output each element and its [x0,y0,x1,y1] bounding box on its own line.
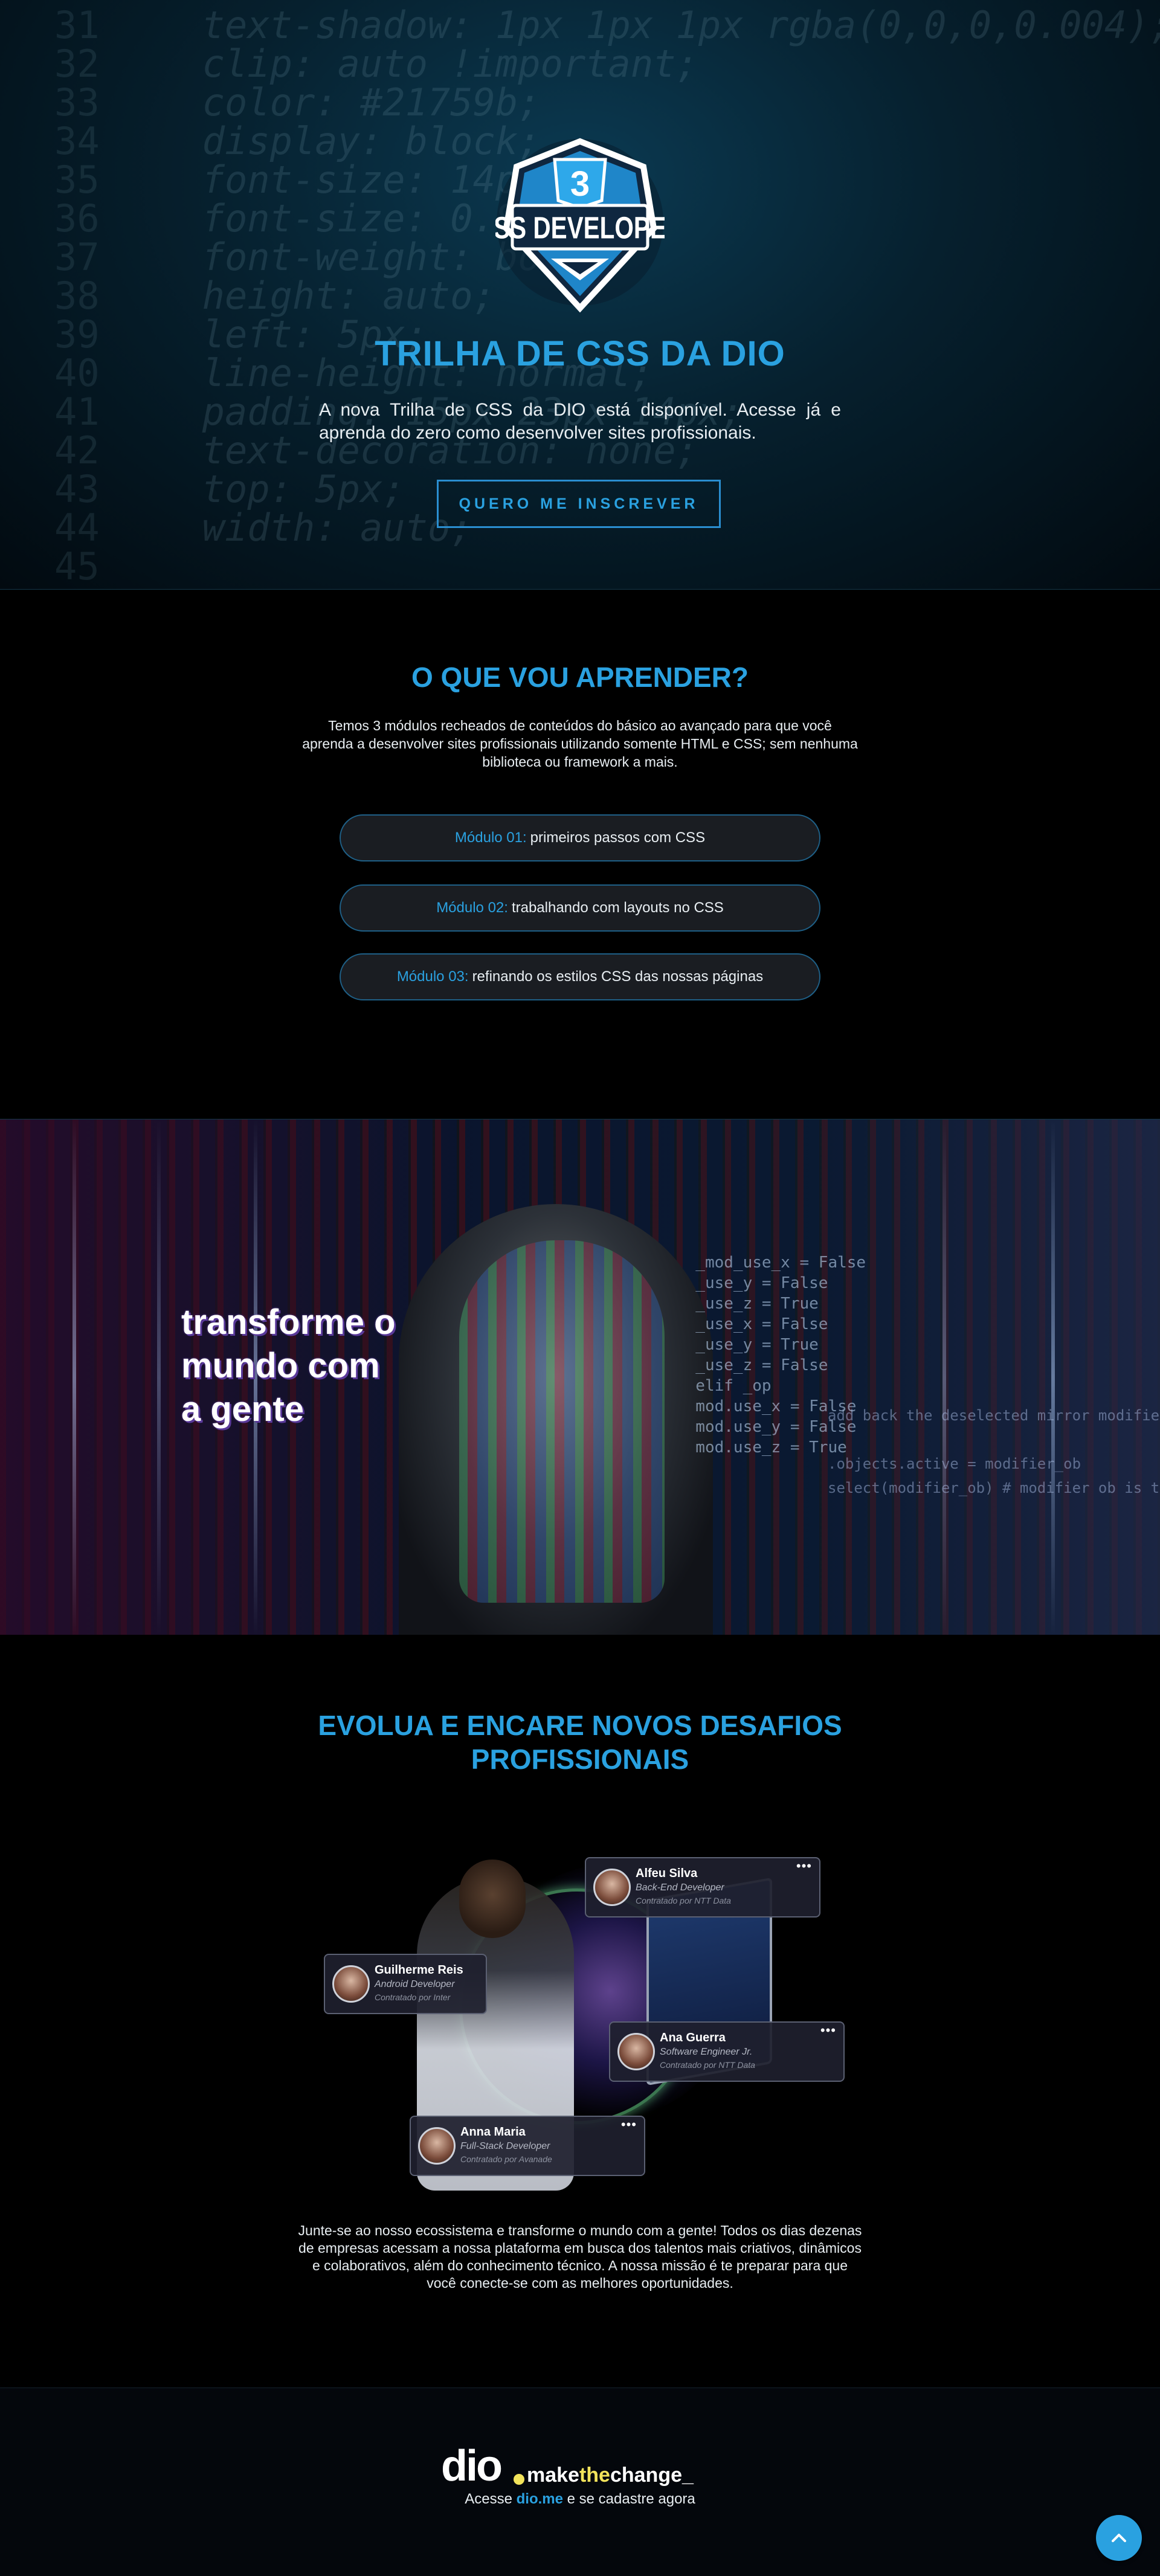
code-line-number: 44 [54,506,100,550]
hero-section: 31 text-shadow: 1px 1px 1px rgba(0,0,0,0… [0,0,1160,590]
code-line-number: 33 [54,80,100,124]
code-line-number: 37 [54,235,100,279]
logo-change: change_ [610,2464,694,2487]
module-01: Módulo 01: primeiros passos com CSS [340,814,820,861]
evolve-section: EVOLUA E ENCARE NOVOS DESAFIOS PROFISSIO… [0,1635,1160,2388]
footer-text-after: e se cadastre agora [562,2491,695,2507]
code-line: 45 [54,547,1160,586]
profile-role: Android Developer [375,1979,455,1989]
banner-code-2: add back the deselected mirror modifier … [828,1407,1160,1496]
svg-text:CSS DEVELOPER: CSS DEVELOPER [495,211,665,245]
profile-company: Contratado por NTT Data [636,1896,731,1905]
profile-company: Contratado por NTT Data [660,2060,755,2070]
module-number: Módulo 01: [454,829,527,846]
code-line-number: 42 [54,428,100,472]
module-label: refinando os estilos CSS das nossas pági… [472,968,764,985]
css-developer-badge: 3 CSS DEVELOPER [476,138,684,313]
learn-description: Temos 3 módulos recheados de conteúdos d… [302,718,858,770]
code-line-number: 31 [54,3,100,47]
code-line-number: 43 [54,467,100,511]
profile-company: Contratado por Inter [375,1992,451,2002]
profile-role: Software Engineer Jr. [660,2047,753,2057]
code-line-text: text-shadow: 1px 1px 1px rgba(0,0,0,0.00… [157,3,1160,47]
code-line-number: 38 [54,274,100,318]
logo-tagline: makethechange_ [527,2463,694,2487]
more-dots-icon[interactable]: ••• [796,1860,812,1873]
subscribe-button[interactable]: QUERO ME INSCREVER [437,480,721,528]
code-line-number: 41 [54,390,100,434]
portrait-light-overlay [459,1240,665,1603]
code-line-text: width: auto; [157,506,473,550]
avatar [332,1965,370,2003]
logo-the: the [579,2464,610,2487]
dio-link[interactable]: dio.me [517,2491,563,2507]
profile-card: Anna Maria Full-Stack Developer Contrata… [410,2116,645,2176]
profile-name: Anna Maria [460,2125,526,2139]
footer: dio makethechange_ Acesse dio.me e se ca… [0,2388,1160,2576]
code-line: 33 color: #21759b; [54,83,1160,122]
matrix-rain [72,1119,76,1635]
profile-name: Alfeu Silva [636,1867,698,1880]
matrix-rain [157,1119,161,1635]
logo-dio: dio [441,2442,503,2490]
scroll-top-button[interactable] [1096,2515,1142,2561]
code-line-text: clip: auto !important; [157,42,698,86]
avatar [593,1869,631,1906]
module-02: Módulo 02: trabalhando com layouts no CS… [340,884,820,932]
module-03: Módulo 03: refinando os estilos CSS das … [340,953,820,1000]
evolve-description: Junte-se ao nosso ecossistema e transfor… [298,2223,862,2291]
code-line-number: 35 [54,158,100,202]
matrix-rain [1051,1119,1055,1635]
code-line-text: display: block; [157,119,541,163]
banner-line: transforme o [181,1302,396,1342]
footer-text-before: Acesse [465,2491,517,2507]
more-dots-icon[interactable]: ••• [621,2118,637,2131]
code-line-number: 34 [54,119,100,163]
banner-line: mundo com [181,1346,380,1385]
developer-head [459,1860,526,1938]
profile-card: Ana Guerra Software Engineer Jr. Contrat… [609,2021,845,2082]
profile-company: Contratado por Avanade [460,2154,552,2164]
code-line-text: height: auto; [157,274,495,318]
avatar [617,2033,655,2070]
svg-text:3: 3 [570,164,590,204]
module-number: Módulo 03: [396,968,469,985]
dio-logo[interactable]: dio makethechange_ [441,2442,719,2490]
code-line: 31 text-shadow: 1px 1px 1px rgba(0,0,0,0… [54,6,1160,45]
banner-headline: transforme o mundo com a gente [181,1301,396,1431]
transform-banner: _mod_use_x = False _use_y = False _use_z… [0,1119,1160,1636]
hero-title: TRILHA DE CSS DA DIO [375,334,785,373]
learn-title: O QUE VOU APRENDER? [411,662,749,693]
profile-name: Ana Guerra [660,2031,726,2044]
module-label: primeiros passos com CSS [530,829,706,846]
learn-section: O QUE VOU APRENDER? Temos 3 módulos rech… [0,590,1160,1119]
banner-line: a gente [181,1389,304,1429]
profile-name: Guilherme Reis [375,1963,463,1977]
evolve-title: EVOLUA E ENCARE NOVOS DESAFIOS PROFISSIO… [318,1710,842,1775]
code-line-number: 36 [54,196,100,240]
logo-make: make [527,2464,579,2487]
css3-shield-icon: 3 CSS DEVELOPER [476,138,684,313]
module-label: trabalhando com layouts no CSS [511,900,724,916]
chevron-up-icon [1112,2534,1126,2542]
code-line-number: 45 [54,544,100,588]
profile-card: Guilherme Reis Android Developer Contrat… [324,1954,487,2014]
code-line: 32 clip: auto !important; [54,45,1160,83]
profile-role: Back-End Developer [636,1882,724,1893]
footer-cta: Acesse dio.me e se cadastre agora [0,2491,1160,2508]
more-dots-icon[interactable]: ••• [820,2024,836,2037]
code-line-text: color: #21759b; [157,80,541,124]
hero-description: A nova Trilha de CSS da DIO está disponí… [319,400,841,443]
matrix-rain [942,1119,946,1635]
profile-card: Alfeu Silva Back-End Developer Contratad… [585,1857,820,1918]
module-number: Módulo 02: [436,900,508,916]
code-line-number: 32 [54,42,100,86]
avatar [418,2127,456,2165]
code-line-text: top: 5px; [157,467,405,511]
profile-role: Full-Stack Developer [460,2141,550,2151]
logo-dot [514,2474,524,2485]
